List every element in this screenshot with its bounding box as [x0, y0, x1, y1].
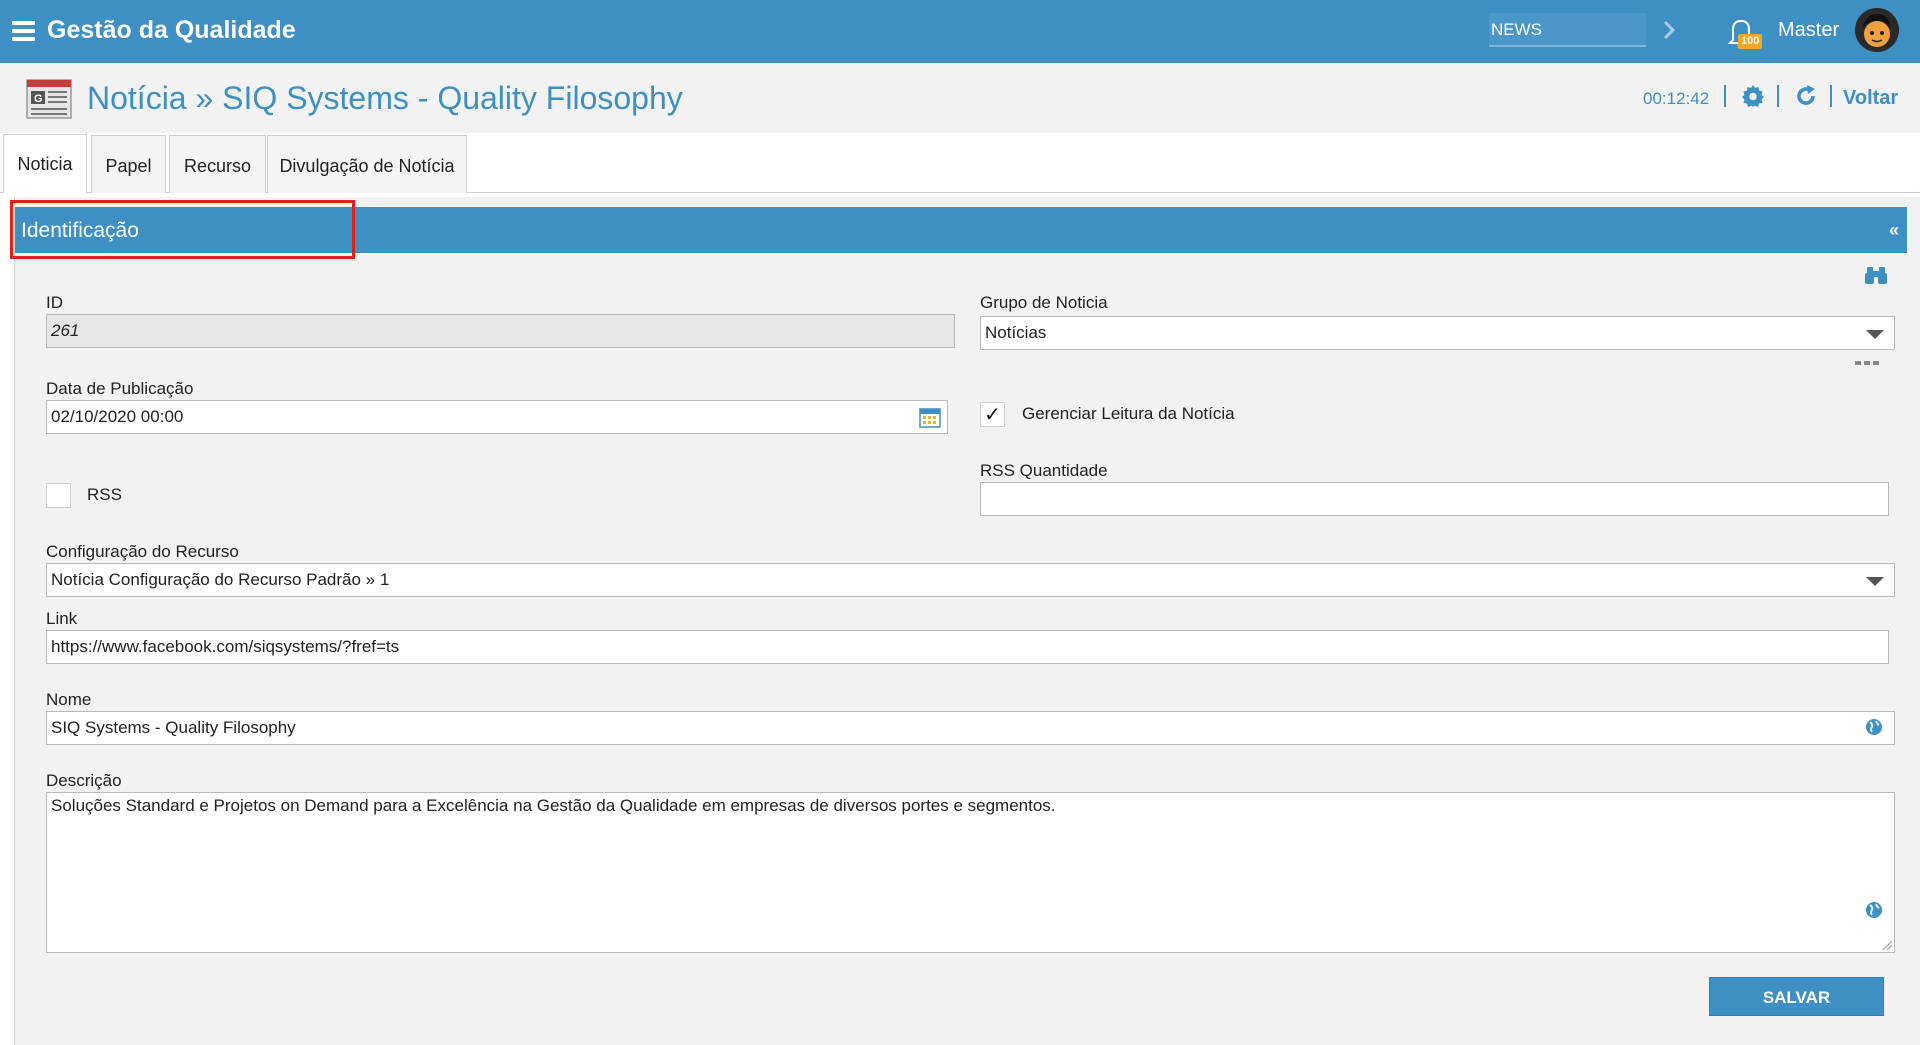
tab-divulgacao-de-noticia[interactable]: Divulgação de Notícia: [267, 135, 467, 193]
refresh-icon[interactable]: [1794, 84, 1818, 108]
divider: [1724, 85, 1726, 107]
data-publicacao-field[interactable]: 02/10/2020 00:00: [46, 400, 948, 434]
binoculars-icon[interactable]: [1864, 265, 1888, 285]
collapse-icon[interactable]: «: [1889, 220, 1899, 241]
grupo-noticia-select[interactable]: Notícias: [980, 316, 1895, 350]
chevron-right-icon[interactable]: [1660, 16, 1680, 44]
descricao-textarea[interactable]: Soluções Standard e Projetos on Demand p…: [46, 792, 1895, 953]
rss-checkbox[interactable]: [46, 483, 71, 508]
tab-papel[interactable]: Papel: [91, 135, 166, 193]
news-ticker[interactable]: NEWS: [1489, 13, 1646, 47]
hamburger-menu-icon[interactable]: [12, 21, 35, 41]
tab-noticia[interactable]: Noticia: [3, 134, 87, 194]
link-label: Link: [46, 609, 78, 628]
globe-icon[interactable]: [1865, 718, 1883, 736]
page-title: Notícia » SIQ Systems - Quality Filosoph…: [87, 80, 683, 116]
calendar-icon[interactable]: [919, 407, 941, 428]
form-panel: Identificação « ID 261 Grupo de Noticia …: [14, 197, 1920, 1045]
user-name[interactable]: Master: [1778, 19, 1839, 42]
id-label: ID: [46, 293, 63, 312]
avatar[interactable]: [1855, 8, 1899, 52]
back-link[interactable]: Voltar: [1843, 87, 1898, 110]
gerenciar-leitura-label: Gerenciar Leitura da Notícia: [1022, 404, 1235, 423]
id-field: 261: [46, 314, 955, 348]
config-recurso-label: Configuração do Recurso: [46, 542, 239, 561]
config-recurso-value: Notícia Configuração do Recurso Padrão »…: [51, 570, 390, 589]
top-bar: Gestão da Qualidade NEWS 100 Master: [0, 0, 1920, 63]
rss-label: RSS: [87, 485, 122, 504]
nome-label: Nome: [46, 690, 92, 709]
app-title: Gestão da Qualidade: [47, 16, 296, 44]
rss-quantidade-label: RSS Quantidade: [980, 461, 1108, 480]
rss-quantidade-field[interactable]: [980, 482, 1889, 516]
tab-recurso[interactable]: Recurso: [169, 135, 266, 193]
notification-badge: 100: [1738, 34, 1763, 49]
svg-text:G: G: [34, 93, 43, 105]
newspaper-icon: G: [26, 79, 72, 119]
session-timer: 00:12:42: [1643, 89, 1710, 108]
divider: [1830, 85, 1832, 107]
chevron-down-icon: [1866, 577, 1884, 586]
tab-bar: Noticia Papel Recurso Divulgação de Notí…: [0, 133, 1920, 194]
grupo-noticia-value: Notícias: [985, 323, 1047, 342]
page-header: G Notícia » SIQ Systems - Quality Filoso…: [0, 63, 1920, 133]
data-publicacao-label: Data de Publicação: [46, 379, 194, 398]
nome-field[interactable]: SIQ Systems - Quality Filosophy: [46, 711, 1895, 745]
chevron-down-icon: [1866, 330, 1884, 339]
divider: [1777, 85, 1779, 107]
descricao-label: Descrição: [46, 771, 122, 790]
grupo-noticia-label: Grupo de Noticia: [980, 293, 1108, 312]
more-options-icon[interactable]: [1854, 359, 1880, 367]
gear-icon[interactable]: [1741, 84, 1765, 108]
data-publicacao-value: 02/10/2020 00:00: [51, 407, 184, 426]
avatar-face-icon: [1855, 8, 1899, 52]
config-recurso-select[interactable]: Notícia Configuração do Recurso Padrão »…: [46, 563, 1895, 597]
highlight-annotation: [10, 200, 355, 259]
save-button[interactable]: SALVAR: [1709, 977, 1884, 1016]
link-field[interactable]: https://www.facebook.com/siqsystems/?fre…: [46, 630, 1889, 664]
globe-icon[interactable]: [1865, 901, 1883, 919]
resize-handle-icon[interactable]: [1881, 939, 1893, 951]
gerenciar-leitura-checkbox[interactable]: ✓: [980, 402, 1005, 427]
